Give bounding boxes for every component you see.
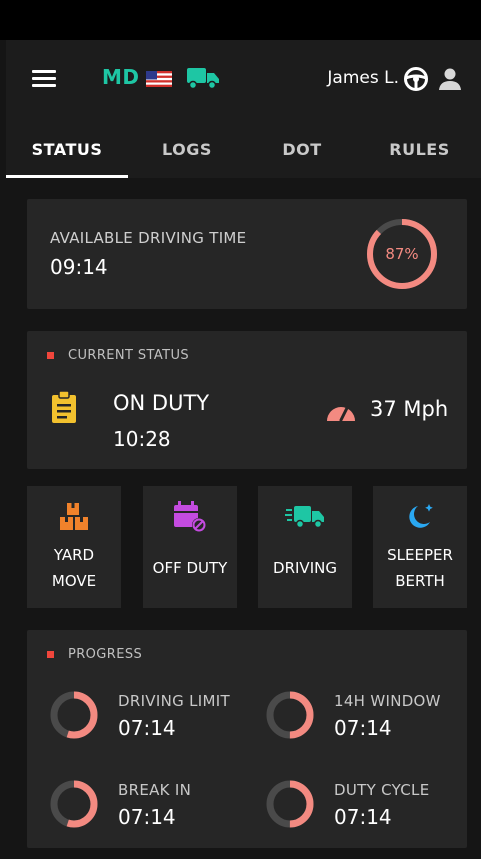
progress-label: DRIVING LIMIT [118, 692, 230, 710]
current-status-time: 10:28 [113, 427, 171, 451]
hamburger-menu-icon[interactable] [32, 70, 56, 88]
yard-move-label-line1: YARD [53, 546, 95, 564]
available-time-percent: 87% [385, 245, 419, 263]
current-status-card: CURRENT STATUS ON DUTY 10:28 37 Mph [27, 331, 467, 469]
yard-move-button[interactable]: YARD MOVE [27, 486, 121, 608]
yard-move-label-line2: MOVE [51, 572, 97, 590]
progress-heading: PROGRESS [68, 647, 143, 662]
progress-ring [266, 780, 314, 828]
system-status-bar [0, 0, 481, 40]
progress-ring [266, 691, 314, 739]
truck-moving-icon [285, 506, 324, 529]
available-driving-time-label: AVAILABLE DRIVING TIME [50, 229, 247, 247]
us-flag-icon [146, 71, 172, 87]
available-driving-time-value: 09:14 [50, 255, 108, 279]
clipboard-icon [52, 391, 76, 423]
progress-ring [50, 780, 98, 828]
tab-rules[interactable]: RULES [358, 120, 481, 178]
truck-icon [187, 68, 219, 90]
tab-status[interactable]: STATUS [6, 120, 128, 178]
section-bullet [47, 352, 54, 359]
state-code: MD [102, 65, 140, 89]
co-driver-icon[interactable] [437, 66, 463, 92]
progress-value: 07:14 [118, 805, 176, 829]
tab-logs[interactable]: LOGS [128, 120, 246, 178]
active-tab-indicator [6, 175, 128, 178]
progress-label: 14H WINDOW [334, 692, 441, 710]
calendar-off-icon [174, 501, 206, 532]
app-bar: MD James L. [6, 40, 481, 120]
boxes-icon [60, 503, 88, 530]
progress-label: BREAK IN [118, 781, 192, 799]
driving-button[interactable]: DRIVING [258, 486, 352, 608]
tab-bar: STATUS LOGS DOT RULES [6, 120, 481, 178]
sleeper-berth-button[interactable]: SLEEPER BERTH [373, 486, 467, 608]
progress-header: PROGRESS [47, 647, 142, 662]
progress-value: 07:14 [118, 716, 176, 740]
current-status-name: ON DUTY [113, 391, 210, 415]
sleeper-label-line2: BERTH [395, 572, 445, 590]
progress-label: DUTY CYCLE [334, 781, 430, 799]
progress-value: 07:14 [334, 716, 392, 740]
current-speed: 37 Mph [370, 397, 449, 421]
driving-label: DRIVING [273, 559, 337, 577]
speedometer-icon [327, 406, 355, 422]
off-duty-label: OFF DUTY [152, 559, 228, 577]
driver-name[interactable]: James L. [327, 68, 399, 88]
progress-ring [50, 691, 98, 739]
progress-value: 07:14 [334, 805, 392, 829]
sleeper-label-line1: SLEEPER [387, 546, 453, 564]
current-status-heading: CURRENT STATUS [68, 348, 190, 363]
off-duty-button[interactable]: OFF DUTY [143, 486, 237, 608]
progress-card: PROGRESS DRIVING LIMIT 07:14 14H WINDOW … [27, 630, 467, 848]
available-driving-time-card: AVAILABLE DRIVING TIME 09:14 87% [27, 199, 467, 309]
current-status-header: CURRENT STATUS [47, 348, 189, 363]
steering-wheel-icon[interactable] [403, 66, 429, 92]
moon-icon [409, 504, 433, 528]
section-bullet [47, 651, 54, 658]
tab-dot[interactable]: DOT [246, 120, 358, 178]
